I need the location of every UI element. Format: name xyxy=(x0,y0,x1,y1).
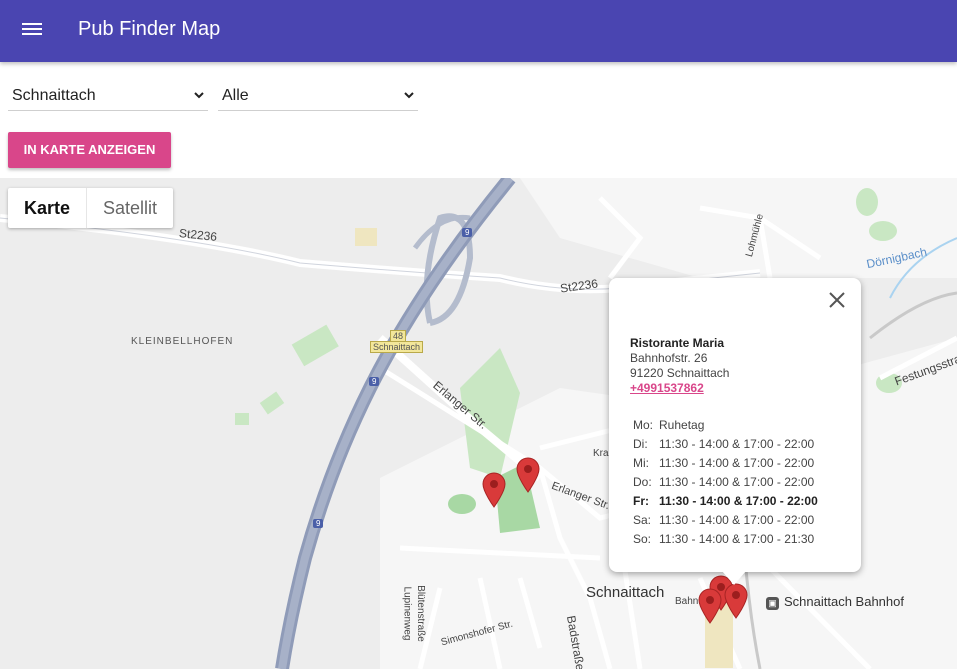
place-city: 91220 Schnaittach xyxy=(630,366,730,380)
map-type-satellit[interactable]: Satellit xyxy=(87,188,173,228)
hours-row: So: 11:30 - 14:00 & 17:00 - 21:30 xyxy=(633,532,814,546)
hours-row: Sa: 11:30 - 14:00 & 17:00 - 22:00 xyxy=(633,513,814,527)
hours-row: Mo: Ruhetag xyxy=(633,418,704,432)
info-window-tail xyxy=(722,571,746,585)
highway-shield-a9: 9 xyxy=(369,377,380,386)
hours-time: Ruhetag xyxy=(659,418,705,432)
hours-time: 11:30 - 14:00 & 17:00 - 21:30 xyxy=(659,532,815,546)
hours-day: Di: xyxy=(633,437,648,451)
train-icon: ▣ xyxy=(766,597,779,610)
highway-shield-a9: 9 xyxy=(313,519,324,528)
hours-row: Di: 11:30 - 14:00 & 17:00 - 22:00 xyxy=(633,437,814,451)
city-select-value: Schnaittach xyxy=(12,87,96,104)
road-label-lupinenweg: Lupinenweg xyxy=(401,586,413,641)
city-select[interactable]: Schnaittach xyxy=(8,84,208,111)
app-bar: Pub Finder Map xyxy=(0,0,957,62)
menu-icon[interactable] xyxy=(20,20,48,42)
hours-time: 11:30 - 14:00 & 17:00 - 22:00 xyxy=(659,475,815,489)
hours-day: Mo: xyxy=(633,418,654,432)
app-title: Pub Finder Map xyxy=(78,18,221,40)
hours-row: Do: 11:30 - 14:00 & 17:00 - 22:00 xyxy=(633,475,814,489)
hours-day: Mi: xyxy=(633,456,649,470)
close-icon[interactable] xyxy=(827,290,847,310)
map[interactable]: Karte Satellit St2236 St2236 KLEINBELLHO… xyxy=(0,178,957,669)
chevron-down-icon xyxy=(194,92,204,99)
exit-sign-schnaittach: Schnaittach xyxy=(370,341,424,353)
road-label-kra: Kra xyxy=(593,448,609,459)
show-on-map-button[interactable]: IN KARTE ANZEIGEN xyxy=(8,132,171,168)
info-window: Ristorante Maria Bahnhofstr. 26 91220 Sc… xyxy=(609,278,861,585)
hours-row: Fr: 11:30 - 14:00 & 17:00 - 22:00 xyxy=(633,494,818,508)
hours-row: Mi: 11:30 - 14:00 & 17:00 - 22:00 xyxy=(633,456,814,470)
map-pin-marker[interactable] xyxy=(698,588,722,624)
hours-time: 11:30 - 14:00 & 17:00 - 22:00 xyxy=(659,494,818,508)
place-phone-link[interactable]: +4991537862 xyxy=(630,381,704,395)
exit-number: 48 xyxy=(390,330,407,342)
place-street: Bahnhofstr. 26 xyxy=(630,351,708,365)
highway-shield-a9: 9 xyxy=(462,228,473,237)
type-select-value: Alle xyxy=(222,87,249,104)
station-label: ▣ Schnaittach Bahnhof xyxy=(766,594,904,610)
hours-time: 11:30 - 14:00 & 17:00 - 22:00 xyxy=(659,437,815,451)
type-select[interactable]: Alle xyxy=(218,84,418,111)
hours-time: 11:30 - 14:00 & 17:00 - 22:00 xyxy=(659,513,815,527)
map-type-control: Karte Satellit xyxy=(8,188,174,228)
hours-time: 11:30 - 14:00 & 17:00 - 22:00 xyxy=(659,456,815,470)
place-name: Ristorante Maria xyxy=(630,336,725,350)
chevron-down-icon xyxy=(404,92,414,99)
place-label-kleinbellhofen: KLEINBELLHOFEN xyxy=(131,336,234,347)
town-label-schnaittach: Schnaittach xyxy=(586,584,665,601)
map-pin-marker[interactable] xyxy=(516,457,540,493)
road-label-bluetenstrasse: Blütenstraße xyxy=(414,585,426,642)
map-pin-marker[interactable] xyxy=(482,472,506,508)
hours-day: So: xyxy=(633,532,652,546)
hours-day: Do: xyxy=(633,475,652,489)
map-type-karte[interactable]: Karte xyxy=(8,188,88,228)
hours-day: Sa: xyxy=(633,513,652,527)
hours-day: Fr: xyxy=(633,494,649,508)
map-pin-marker[interactable] xyxy=(724,583,748,619)
